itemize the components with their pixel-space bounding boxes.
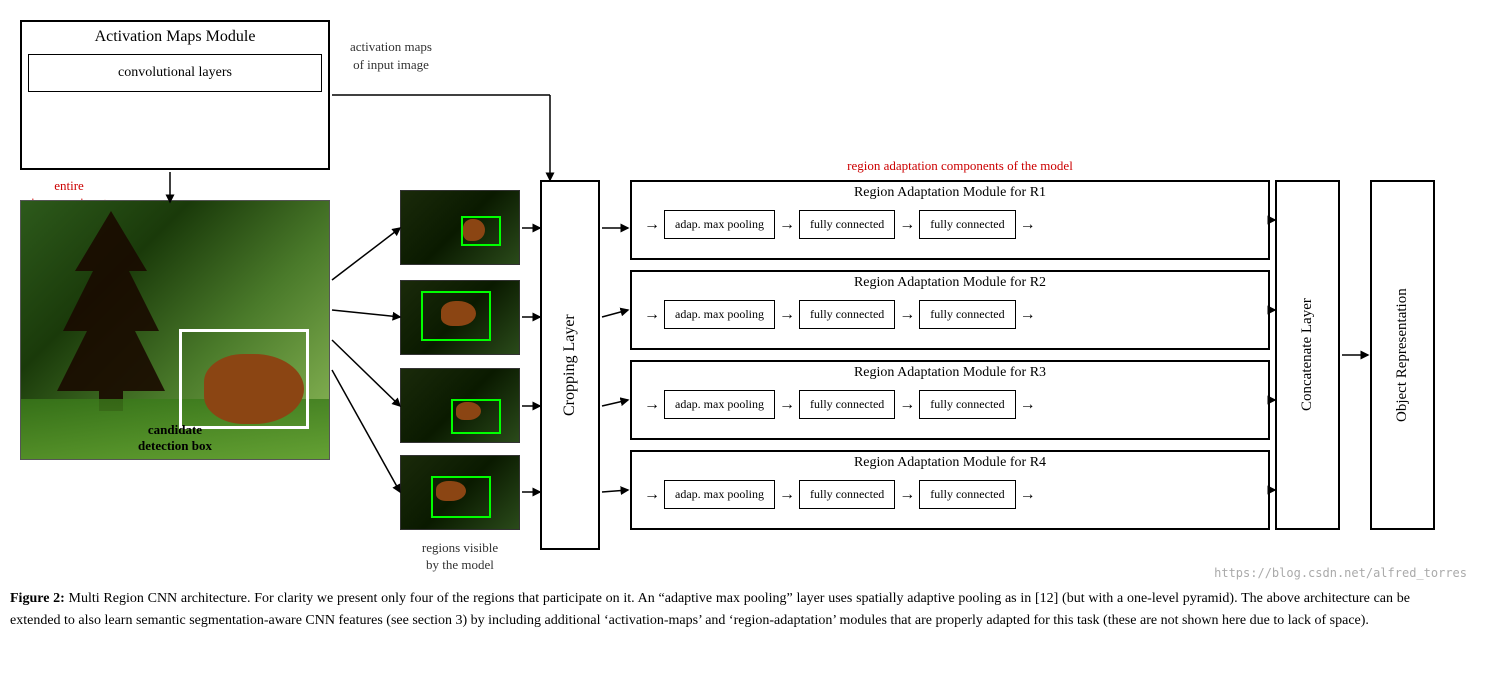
concatenate-layer-label: Concatenate Layer [1299, 299, 1316, 412]
object-representation: Object Representation [1370, 180, 1435, 530]
ram-r3: Region Adaptation Module for R3 → adap. … [630, 360, 1270, 440]
ram-r2-row: → adap. max pooling → fully connected → … [632, 294, 1268, 335]
diagram: Activation Maps Module convolutional lay… [10, 10, 1477, 580]
watermark: https://blog.csdn.net/alfred_torres [1214, 566, 1467, 580]
ram-r3-title: Region Adaptation Module for R3 [632, 362, 1268, 384]
ram-r1-title: Region Adaptation Module for R1 [632, 182, 1268, 204]
ram-r4: Region Adaptation Module for R4 → adap. … [630, 450, 1270, 530]
ram-r4-fc2: fully connected [919, 480, 1015, 509]
arrow-r4-in: → [640, 486, 664, 504]
activation-module-title: Activation Maps Module [28, 28, 322, 46]
region-thumb-1 [400, 190, 520, 265]
ram-r4-title: Region Adaptation Module for R4 [632, 452, 1268, 474]
conv-layers-box: convolutional layers [28, 54, 322, 92]
ram-r2-pool: adap. max pooling [664, 300, 775, 329]
detection-label: candidatedetection box [138, 422, 212, 454]
ram-r3-row: → adap. max pooling → fully connected → … [632, 384, 1268, 425]
region-thumb-3 [400, 368, 520, 443]
ram-r1-row: → adap. max pooling → fully connected → … [632, 204, 1268, 245]
activation-maps-label: activation mapsof input image [350, 38, 432, 74]
ram-r4-pool: adap. max pooling [664, 480, 775, 509]
arrow-r2-out: → [1016, 306, 1040, 324]
arrow-r2-1: → [775, 306, 799, 324]
ram-r1-fc2: fully connected [919, 210, 1015, 239]
regions-label: regions visibleby the model [390, 540, 530, 574]
object-representation-label: Object Representation [1394, 288, 1411, 422]
ram-r4-row: → adap. max pooling → fully connected → … [632, 474, 1268, 515]
arrow-r2-2: → [895, 306, 919, 324]
arrow-r4-1: → [775, 486, 799, 504]
cropping-layer-box: Cropping Layer [540, 180, 600, 550]
arrow-r2-in: → [640, 306, 664, 324]
arrow-r1-out: → [1016, 216, 1040, 234]
input-image: candidatedetection box [20, 200, 330, 460]
arrow-r3-1: → [775, 396, 799, 414]
ram-r3-pool: adap. max pooling [664, 390, 775, 419]
ram-r3-fc1: fully connected [799, 390, 895, 419]
ram-r2-fc1: fully connected [799, 300, 895, 329]
activation-maps-module: Activation Maps Module convolutional lay… [20, 20, 330, 170]
ram-r2-title: Region Adaptation Module for R2 [632, 272, 1268, 294]
arrow-r4-out: → [1016, 486, 1040, 504]
ram-r1: Region Adaptation Module for R1 → adap. … [630, 180, 1270, 260]
arrow-r4-2: → [895, 486, 919, 504]
region-thumb-4 [400, 455, 520, 530]
caption-label: Figure 2: [10, 591, 65, 606]
ram-r1-pool: adap. max pooling [664, 210, 775, 239]
ram-r2: Region Adaptation Module for R2 → adap. … [630, 270, 1270, 350]
ram-r2-fc2: fully connected [919, 300, 1015, 329]
tree-silhouette [51, 211, 171, 411]
region-adapt-label: region adaptation components of the mode… [670, 158, 1250, 174]
arrow-r1-1: → [775, 216, 799, 234]
ram-r3-fc2: fully connected [919, 390, 1015, 419]
ram-r4-fc1: fully connected [799, 480, 895, 509]
arrow-r3-2: → [895, 396, 919, 414]
arrow-r3-out: → [1016, 396, 1040, 414]
candidate-box [179, 329, 309, 429]
cropping-layer-label: Cropping Layer [561, 314, 579, 416]
arrow-r1-2: → [895, 216, 919, 234]
caption-text: Multi Region CNN architecture. For clari… [10, 591, 1410, 628]
region-thumb-2 [400, 280, 520, 355]
arrow-r1-in: → [640, 216, 664, 234]
concatenate-layer: Concatenate Layer [1275, 180, 1340, 530]
figure-caption: Figure 2: Multi Region CNN architecture.… [10, 588, 1410, 633]
ram-r1-fc1: fully connected [799, 210, 895, 239]
arrow-r3-in: → [640, 396, 664, 414]
